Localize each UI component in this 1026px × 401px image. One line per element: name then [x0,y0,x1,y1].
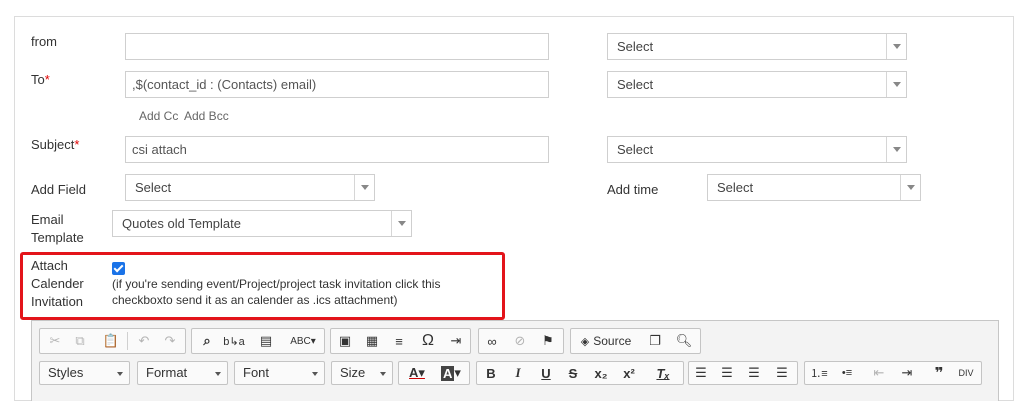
add-field-label: Add Field [31,182,86,197]
required-mark: * [74,137,80,152]
source-label: Source [593,334,632,348]
styles-combo[interactable]: Styles [39,361,130,385]
chevron-down-icon [886,72,906,97]
bg-color-icon[interactable]: A ▾ [436,361,466,385]
subject-select[interactable]: Select [607,136,907,163]
find-icon[interactable]: ⌕ [196,329,218,353]
email-template-label-line2: Template [31,230,84,245]
align-left-icon[interactable]: ☰ [690,361,712,385]
from-select-value: Select [617,39,654,54]
bold-icon[interactable]: B [480,361,502,385]
from-input[interactable] [125,33,549,60]
add-time-select[interactable]: Select [707,174,921,201]
size-combo-label: Size [340,365,366,380]
attach-label-line1: Attach [31,258,68,273]
unlink-icon[interactable]: ⊘ [509,329,531,353]
from-select[interactable]: Select [607,33,907,60]
chevron-down-icon [354,175,374,200]
chevron-down-icon [380,372,386,376]
outdent-icon[interactable]: ⇤ [868,361,890,385]
copy-icon[interactable]: ⧉ [69,329,91,353]
preview-icon[interactable]: 🔍︎ [673,329,695,353]
blockquote-icon[interactable]: ❞ [928,361,950,385]
chevron-down-icon [900,175,920,200]
chevron-down-icon [886,137,906,162]
table-icon[interactable]: ▦ [361,329,383,353]
required-mark: * [44,72,50,87]
chevron-down-icon [117,372,123,376]
paste-text-icon[interactable]: ▤ [255,329,277,353]
add-cc-link[interactable]: Add Cc [139,109,178,123]
chevron-down-icon [391,211,411,236]
add-field-select[interactable]: Select [125,174,375,201]
attach-label-line3: Invitation [31,294,84,309]
align-center-icon[interactable]: ☰ [716,361,738,385]
superscript-icon[interactable]: x² [618,361,640,385]
email-template-label: Email Template [31,211,84,247]
subject-label-text: Subject [31,137,75,152]
font-combo-label: Font [243,365,270,380]
to-select[interactable]: Select [607,71,907,98]
attach-note-line1: (if you're sending event/Project/project… [112,277,441,291]
source-button[interactable]: ◈ Source [575,329,637,353]
pagebreak-icon[interactable]: ⇥ [445,329,467,353]
justify-icon[interactable]: ☰ [771,361,793,385]
spellcheck-icon[interactable]: ABC▾ [287,329,319,353]
attach-invitation-note: (if you're sending event/Project/project… [112,276,492,308]
numbered-list-icon[interactable]: ⒈≡ [808,361,830,385]
add-bcc-link[interactable]: Add Bcc [184,109,229,123]
attach-label-line2: Calender [31,276,84,291]
add-time-select-value: Select [717,180,754,195]
subject-input[interactable]: csi attach [125,136,549,163]
subject-select-value: Select [617,142,654,157]
template-icon[interactable]: ❐ [644,329,666,353]
attach-note-line2: checkboxto send it as an calender as .ic… [112,293,398,307]
paste-icon[interactable]: 📋 [100,329,122,353]
add-time-label: Add time [607,182,659,197]
anchor-icon[interactable]: ⚑ [537,329,559,353]
to-label-text: To [31,72,45,87]
source-icon: ◈ [580,335,590,348]
to-select-value: Select [617,77,654,92]
indent-icon[interactable]: ⇥ [896,361,918,385]
chevron-down-icon [215,372,221,376]
chevron-down-icon [886,34,906,59]
format-combo[interactable]: Format [137,361,228,385]
link-icon[interactable]: ∞ [481,329,503,353]
align-right-icon[interactable]: ☰ [743,361,765,385]
div-icon[interactable]: DIV [955,361,977,385]
styles-combo-label: Styles [48,365,84,380]
italic-icon[interactable]: I [507,361,529,385]
replace-icon[interactable]: b↳a [223,329,245,353]
from-label: from [31,34,57,49]
subscript-icon[interactable]: x₂ [590,361,612,385]
email-template-select[interactable]: Quotes old Template [112,210,412,237]
hr-icon[interactable]: ≡ [388,329,410,353]
toolbar-separator [127,332,128,350]
attach-invitation-checkbox[interactable] [112,262,125,275]
strike-icon[interactable]: S [562,361,584,385]
font-combo[interactable]: Font [234,361,325,385]
text-color-icon[interactable]: A▾ [402,361,432,385]
to-label: To* [31,71,50,89]
cut-icon[interactable]: ✂ [44,329,66,353]
special-char-icon[interactable]: Ω [417,329,439,353]
bullet-list-icon[interactable]: •≡ [836,361,858,385]
underline-icon[interactable]: U [535,361,557,385]
undo-icon[interactable]: ↶ [133,329,155,353]
email-template-label-line1: Email [31,212,64,227]
email-template-select-value: Quotes old Template [122,216,241,231]
format-combo-label: Format [146,365,188,380]
remove-format-icon[interactable]: Tₓ [652,361,674,385]
size-combo[interactable]: Size [331,361,393,385]
image-icon[interactable]: ▣ [334,329,356,353]
to-input[interactable]: ,$(contact_id : (Contacts) email) [125,71,549,98]
redo-icon[interactable]: ↷ [159,329,181,353]
subject-label: Subject* [31,136,79,154]
attach-invitation-label: Attach Calender Invitation [31,257,84,311]
chevron-down-icon [312,372,318,376]
add-field-select-value: Select [135,180,172,195]
